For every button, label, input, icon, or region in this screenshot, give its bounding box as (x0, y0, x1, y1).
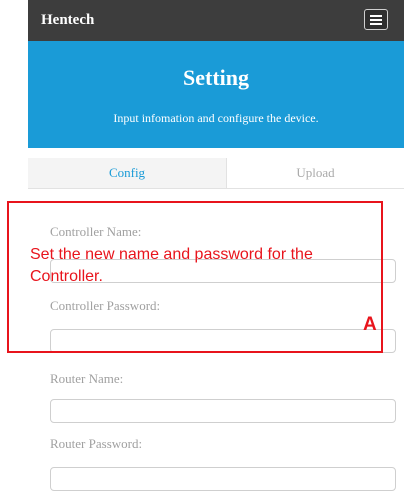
page-title: Setting (183, 65, 249, 90)
menu-line (370, 19, 382, 21)
navbar: Hentech (28, 0, 404, 41)
hamburger-menu-icon[interactable] (364, 9, 388, 30)
menu-line (370, 15, 382, 17)
brand-logo-text[interactable]: Hentech (41, 12, 94, 29)
menu-line (370, 23, 382, 25)
tab-bar: Config Upload (28, 158, 404, 189)
annotation-marker: A (363, 314, 377, 335)
router-name-input[interactable] (50, 399, 396, 423)
router-password-input[interactable] (50, 467, 396, 491)
page-header: Setting Input infomation and configure t… (28, 41, 404, 148)
router-password-label: Router Password: (50, 436, 143, 451)
page-subtitle: Input infomation and configure the devic… (113, 111, 319, 125)
router-name-label: Router Name: (50, 371, 124, 386)
tab-upload[interactable]: Upload (227, 158, 404, 188)
tab-config[interactable]: Config (28, 158, 227, 188)
annotation-text: Set the new name and password for the Co… (30, 246, 313, 285)
